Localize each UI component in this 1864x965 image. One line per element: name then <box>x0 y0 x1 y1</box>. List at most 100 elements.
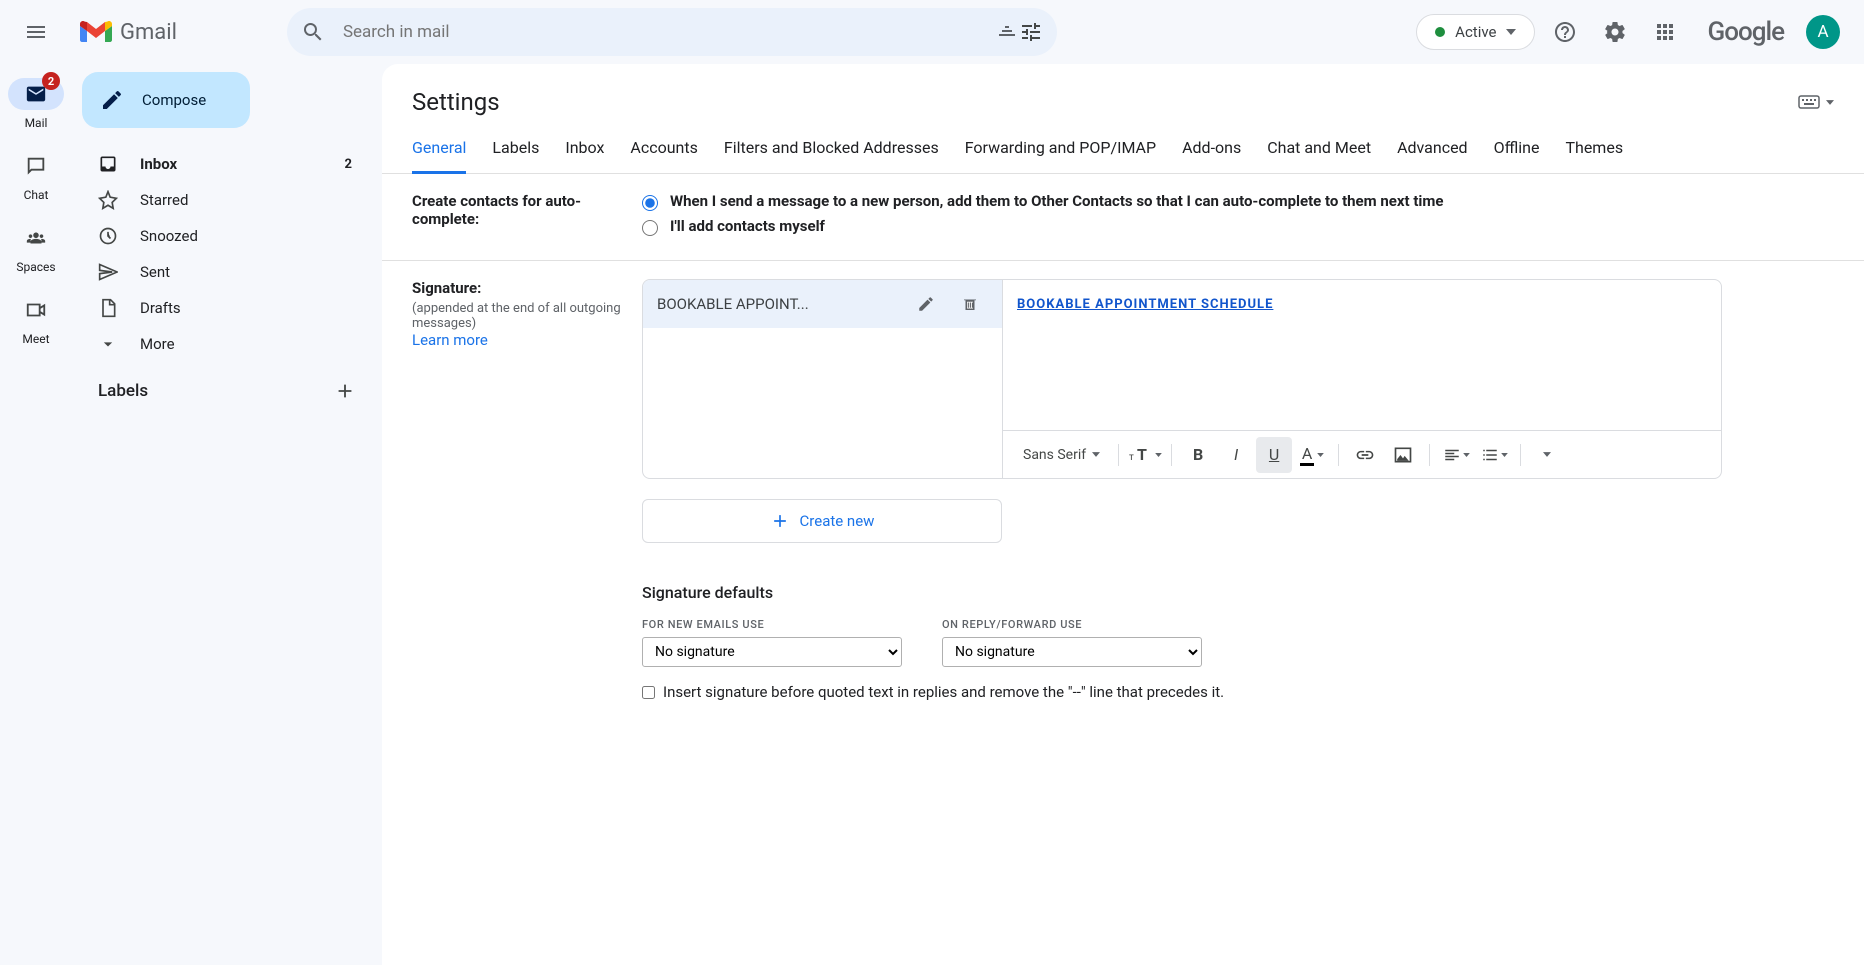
labels-header-text: Labels <box>98 381 148 401</box>
chat-icon <box>25 155 47 177</box>
inbox-count: 2 <box>345 157 352 172</box>
apps-button[interactable] <box>1645 12 1685 52</box>
toolbar-list[interactable] <box>1476 437 1512 473</box>
toolbar-size[interactable]: тT <box>1127 437 1163 473</box>
toolbar-bold[interactable]: B <box>1180 437 1216 473</box>
chevron-down-icon <box>1543 452 1551 457</box>
insert-before-checkbox[interactable] <box>642 686 655 699</box>
clock-icon <box>98 226 118 246</box>
send-icon <box>98 262 118 282</box>
nav-starred-label: Starred <box>140 191 188 209</box>
rail-spaces[interactable]: Spaces <box>0 216 72 284</box>
toolbar-color[interactable]: A <box>1294 437 1330 473</box>
radio-auto[interactable] <box>642 195 658 211</box>
chevron-down-icon <box>1155 453 1162 457</box>
nav-inbox[interactable]: Inbox 2 <box>72 146 382 182</box>
tab-forwarding[interactable]: Forwarding and POP/IMAP <box>965 138 1156 173</box>
toolbar-align[interactable] <box>1438 437 1474 473</box>
inbox-icon <box>98 154 118 174</box>
search-input[interactable] <box>325 22 995 42</box>
spaces-icon <box>25 227 47 249</box>
create-signature-button[interactable]: Create new <box>642 499 1002 543</box>
align-icon <box>1443 446 1461 464</box>
rail-meet-label: Meet <box>22 332 49 346</box>
chevron-down-icon <box>1501 453 1508 457</box>
settings-button[interactable] <box>1595 12 1635 52</box>
nav-drafts-label: Drafts <box>140 299 181 317</box>
nav-more-label: More <box>140 335 175 353</box>
image-icon <box>1393 445 1413 465</box>
signature-delete-button[interactable] <box>952 286 988 322</box>
compose-button[interactable]: Compose <box>82 72 250 128</box>
mail-badge: 2 <box>42 72 60 90</box>
plus-icon <box>770 511 790 531</box>
insert-before-checkbox-row[interactable]: Insert signature before quoted text in r… <box>642 683 1834 701</box>
tab-chatmeet[interactable]: Chat and Meet <box>1267 138 1371 173</box>
signature-sub: (appended at the end of all outgoing mes… <box>412 301 642 331</box>
signature-rename-button[interactable] <box>908 286 944 322</box>
insert-before-text: Insert signature before quoted text in r… <box>663 683 1224 701</box>
chevron-down-icon <box>98 334 118 354</box>
nav-snoozed[interactable]: Snoozed <box>72 218 382 254</box>
tab-filters[interactable]: Filters and Blocked Addresses <box>724 138 939 173</box>
contacts-option-manual[interactable]: I'll add contacts myself <box>642 217 1834 236</box>
toolbar-more[interactable] <box>1529 437 1565 473</box>
tab-offline[interactable]: Offline <box>1494 138 1540 173</box>
trash-icon <box>961 295 979 313</box>
text-size-icon: тT <box>1129 446 1153 464</box>
toolbar-image[interactable] <box>1385 437 1421 473</box>
tab-accounts[interactable]: Accounts <box>630 138 697 173</box>
tab-inbox[interactable]: Inbox <box>565 138 604 173</box>
google-logo[interactable]: Google <box>1707 17 1784 47</box>
reply-forward-select[interactable]: No signature <box>942 637 1202 667</box>
nav-sent[interactable]: Sent <box>72 254 382 290</box>
account-avatar[interactable]: A <box>1806 15 1840 49</box>
nav-more[interactable]: More <box>72 326 382 362</box>
main-menu-button[interactable] <box>16 12 56 52</box>
rail-chat-label: Chat <box>24 188 49 202</box>
nav-drafts[interactable]: Drafts <box>72 290 382 326</box>
svg-text:т: т <box>1129 452 1134 463</box>
tab-general[interactable]: General <box>412 138 466 174</box>
nav-starred[interactable]: Starred <box>72 182 382 218</box>
chevron-down-icon <box>1506 29 1516 35</box>
tab-advanced[interactable]: Advanced <box>1397 138 1468 173</box>
tab-themes[interactable]: Themes <box>1565 138 1623 173</box>
contacts-option-auto[interactable]: When I send a message to a new person, a… <box>642 192 1834 211</box>
search-bar[interactable] <box>287 8 1057 56</box>
compose-label: Compose <box>142 91 206 109</box>
nav-sent-label: Sent <box>140 263 170 281</box>
add-label-button[interactable] <box>334 380 356 402</box>
svg-text:T: T <box>1137 446 1147 464</box>
new-emails-select[interactable]: No signature <box>642 637 902 667</box>
signature-learn-more[interactable]: Learn more <box>412 331 488 349</box>
nav-snoozed-label: Snoozed <box>140 227 198 245</box>
support-button[interactable] <box>1545 12 1585 52</box>
search-options-icon[interactable] <box>995 20 1019 44</box>
sig-defaults-title: Signature defaults <box>642 583 1834 602</box>
signature-editor[interactable]: BOOKABLE APPOINTMENT SCHEDULE <box>1003 280 1721 430</box>
rail-chat[interactable]: Chat <box>0 144 72 212</box>
gmail-icon <box>80 20 112 44</box>
apps-grid-icon <box>1653 20 1677 44</box>
create-new-label: Create new <box>800 512 875 530</box>
tune-icon[interactable] <box>1019 20 1043 44</box>
chevron-down-icon <box>1826 100 1834 105</box>
font-name: Sans Serif <box>1023 447 1086 463</box>
input-tools-button[interactable] <box>1798 95 1834 109</box>
reply-forward-label: ON REPLY/FORWARD USE <box>942 618 1202 631</box>
toolbar after-link[interactable] <box>1347 437 1383 473</box>
toolbar-underline[interactable]: U <box>1256 437 1292 473</box>
status-chip[interactable]: Active <box>1416 14 1535 50</box>
toolbar-font[interactable]: Sans Serif <box>1013 447 1110 463</box>
radio-manual[interactable] <box>642 220 658 236</box>
tab-labels[interactable]: Labels <box>492 138 539 173</box>
rail-mail[interactable]: 2 Mail <box>0 72 72 140</box>
signature-content-link[interactable]: BOOKABLE APPOINTMENT SCHEDULE <box>1017 297 1273 312</box>
toolbar-italic[interactable]: I <box>1218 437 1254 473</box>
rail-meet[interactable]: Meet <box>0 288 72 356</box>
star-icon <box>98 190 118 210</box>
gmail-logo[interactable]: Gmail <box>80 20 177 45</box>
tab-addons[interactable]: Add-ons <box>1182 138 1241 173</box>
signature-list-item[interactable]: BOOKABLE APPOINT... <box>643 280 1002 328</box>
